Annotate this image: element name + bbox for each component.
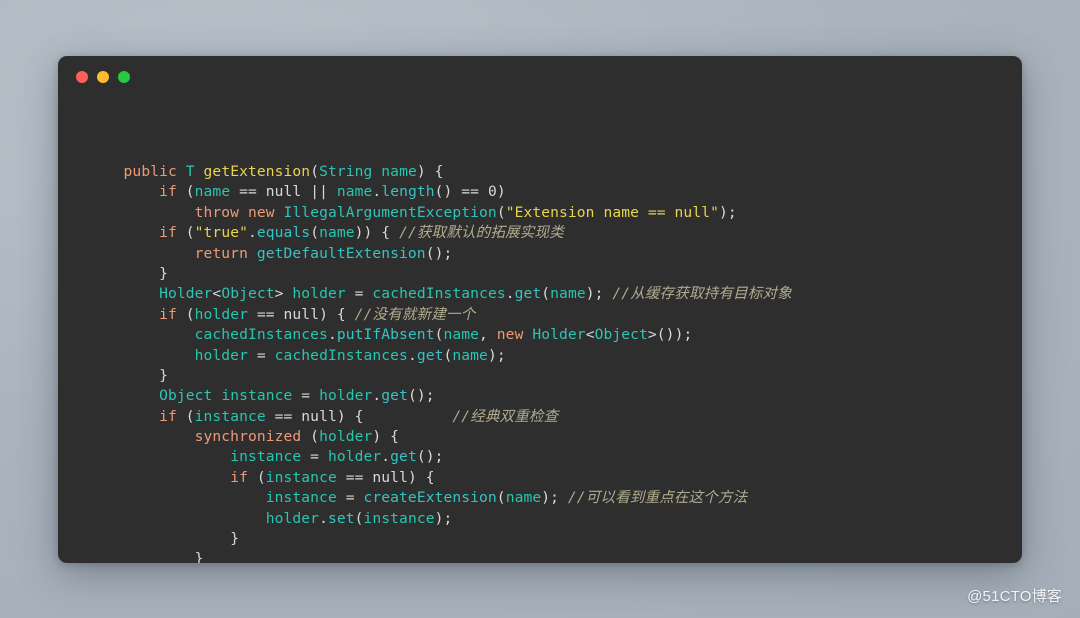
close-traffic-light-icon[interactable] — [76, 71, 88, 83]
code-line: if ("true".equals(name)) { //获取默认的拓展实现类 — [159, 224, 564, 242]
window-title-bar — [58, 56, 1022, 98]
code-line: instance = holder.get(); — [230, 448, 444, 466]
code-line: holder.set(instance); — [265, 509, 453, 527]
code-line: } — [159, 264, 168, 282]
watermark: @51CTO博客 — [967, 588, 1062, 605]
code-line: Holder<Object> holder = cachedInstances.… — [159, 285, 792, 303]
code-block[interactable]: public T getExtension(String name) { if … — [58, 98, 1022, 563]
code-line: Object instance = holder.get(); — [159, 387, 435, 405]
code-line: cachedInstances.putIfAbsent(name, new Ho… — [194, 326, 693, 344]
code-line: throw new IllegalArgumentException("Exte… — [194, 203, 737, 221]
code-line: if (instance == null) { — [230, 468, 435, 486]
code-line: return getDefaultExtension(); — [194, 244, 453, 262]
code-line: if (holder == null) { //没有就新建一个 — [159, 305, 476, 323]
screenshot-stage: public T getExtension(String name) { if … — [0, 0, 1080, 618]
code-line: } — [194, 550, 204, 563]
code-line: instance = createExtension(name); //可以看到… — [265, 489, 748, 507]
code-line: if (name == null || name.length() == 0) — [159, 183, 506, 201]
code-line: if (instance == null) { //经典双重检查 — [159, 407, 559, 425]
code-line: public T getExtension(String name) { — [123, 163, 444, 180]
maximize-traffic-light-icon[interactable] — [118, 71, 130, 83]
minimize-traffic-light-icon[interactable] — [97, 71, 109, 83]
code-line: } — [159, 366, 168, 384]
code-line: synchronized (holder) { — [194, 428, 400, 446]
code-line: holder = cachedInstances.get(name); — [194, 346, 506, 364]
code-window: public T getExtension(String name) { if … — [58, 56, 1022, 563]
code-line: } — [230, 530, 240, 548]
